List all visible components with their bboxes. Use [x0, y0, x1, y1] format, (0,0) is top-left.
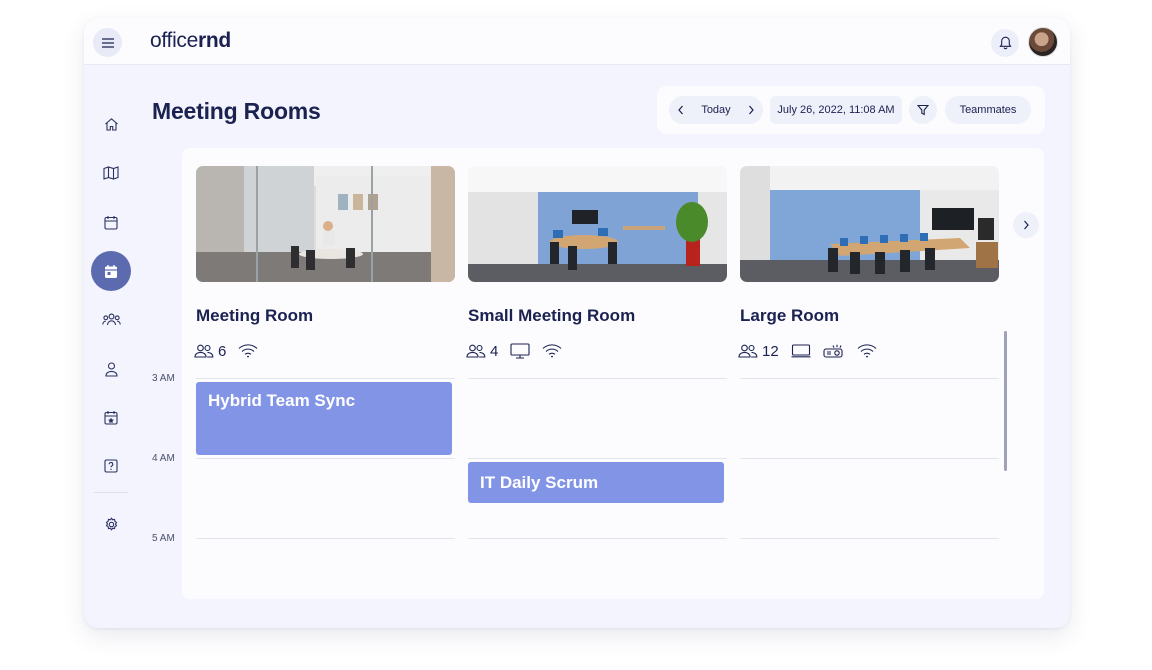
tv-icon [791, 344, 811, 358]
filter-icon [917, 104, 929, 116]
map-icon [103, 166, 119, 180]
sidebar-item-map[interactable] [91, 153, 131, 193]
help-icon [104, 459, 118, 473]
time-label: 3 AM [152, 373, 175, 384]
chevron-right-icon [1024, 220, 1029, 230]
events-icon [104, 410, 118, 425]
chevron-right-icon[interactable] [747, 105, 755, 115]
app-window: officernd Meeting Rooms Today July 26, 2… [84, 18, 1070, 628]
hour-line [740, 538, 999, 539]
sidebar-item-calendar[interactable] [91, 202, 131, 242]
calendar-booking-icon [105, 264, 117, 278]
room-photo-small-meeting-room[interactable] [468, 166, 727, 282]
today-navigator: Today [669, 96, 763, 124]
room-name[interactable]: Small Meeting Room [468, 306, 635, 326]
hour-line [196, 538, 455, 539]
people-icon [466, 344, 486, 358]
hour-line [468, 538, 727, 539]
teammates-button[interactable]: Teammates [945, 96, 1031, 124]
projector-icon [823, 344, 843, 358]
room-amenities: 4 [466, 341, 562, 361]
home-icon [104, 117, 118, 131]
capacity-value: 4 [490, 342, 499, 360]
room-amenities: 6 [194, 341, 258, 361]
room-photo-large-room[interactable] [740, 166, 999, 282]
wifi-icon [542, 344, 562, 358]
people-icon [738, 344, 758, 358]
capacity-value: 6 [218, 342, 227, 360]
hour-line [196, 378, 455, 379]
hour-line [196, 458, 455, 459]
capacity: 12 [738, 343, 779, 360]
hamburger-icon [101, 37, 114, 48]
community-icon [101, 313, 121, 325]
wifi-icon [238, 344, 258, 358]
time-label: 4 AM [152, 453, 175, 464]
capacity-value: 12 [762, 342, 779, 360]
hour-line [740, 458, 999, 459]
filter-button[interactable] [909, 96, 937, 124]
sidebar-item-community[interactable] [91, 299, 131, 339]
calendar-icon [104, 215, 118, 230]
sidebar-item-events[interactable] [91, 397, 131, 437]
notifications-button[interactable] [991, 29, 1019, 57]
logo[interactable]: officernd [150, 29, 231, 53]
sidebar-divider [94, 492, 128, 493]
room-photo-meeting-room[interactable] [196, 166, 455, 282]
sidebar [84, 66, 138, 628]
hour-line [468, 458, 727, 459]
event-block[interactable]: IT Daily Scrum [468, 462, 724, 503]
menu-button[interactable] [93, 28, 122, 57]
bell-icon [998, 36, 1012, 50]
today-button[interactable]: Today [701, 104, 730, 116]
top-bar: officernd [84, 18, 1070, 65]
chevron-left-icon[interactable] [677, 105, 685, 115]
rooms-board: Meeting Room Small Meeting Room Large Ro… [152, 148, 1044, 599]
date-picker[interactable]: July 26, 2022, 11:08 AM [770, 96, 902, 124]
event-block[interactable]: Hybrid Team Sync [196, 382, 452, 455]
hour-line [740, 378, 999, 379]
sidebar-item-settings[interactable] [91, 504, 131, 544]
carousel-next-button[interactable] [1013, 212, 1039, 238]
capacity: 4 [466, 343, 498, 360]
room-name[interactable]: Meeting Room [196, 306, 313, 326]
monitor-icon [510, 343, 530, 359]
room-amenities: 12 [738, 341, 877, 361]
user-avatar[interactable] [1028, 27, 1058, 57]
wifi-icon [857, 344, 877, 358]
profile-icon [104, 361, 118, 377]
sidebar-item-home[interactable] [91, 104, 131, 144]
schedule-scrollbar[interactable] [1004, 331, 1007, 471]
page-title: Meeting Rooms [152, 98, 321, 124]
sidebar-item-help[interactable] [91, 446, 131, 486]
hour-line [468, 378, 727, 379]
sidebar-item-profile[interactable] [91, 349, 131, 389]
sidebar-item-meeting-rooms[interactable] [91, 251, 131, 291]
people-icon [194, 344, 214, 358]
room-name[interactable]: Large Room [740, 306, 839, 326]
date-toolbar: Today July 26, 2022, 11:08 AM Teammates [657, 86, 1045, 134]
capacity: 6 [194, 343, 226, 360]
settings-icon [105, 516, 117, 531]
time-label: 5 AM [152, 533, 175, 544]
